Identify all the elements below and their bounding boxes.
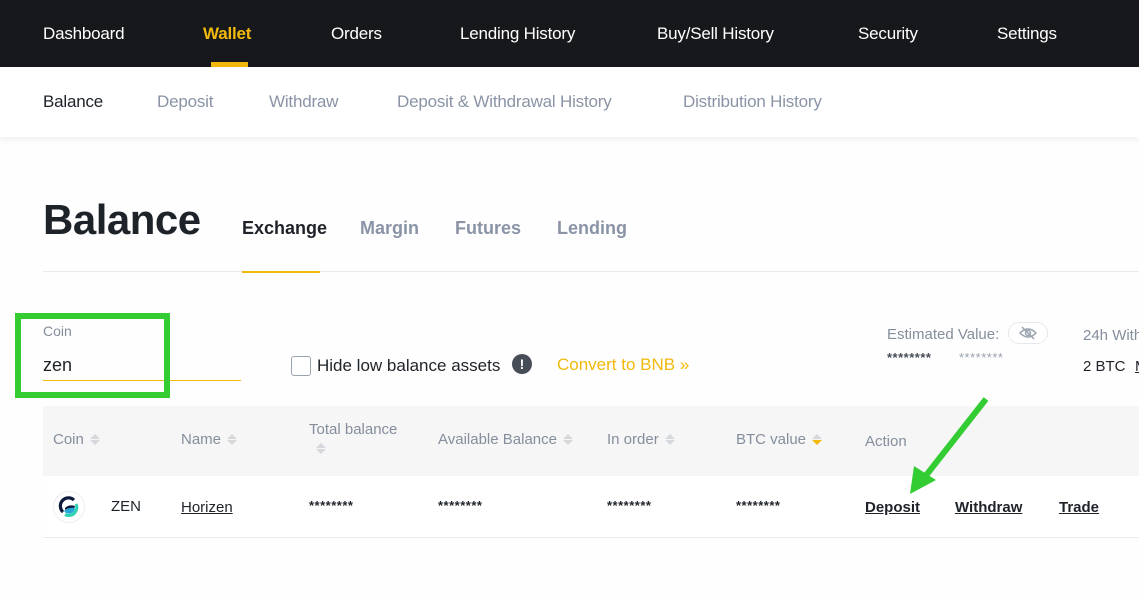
top-nav: Dashboard Wallet Orders Lending History … (0, 0, 1139, 67)
subnav-balance[interactable]: Balance (43, 92, 103, 112)
hide-low-balance-label: Hide low balance assets (317, 356, 501, 375)
sort-icon[interactable] (562, 434, 573, 445)
column-label: BTC value (736, 431, 807, 448)
nav-orders[interactable]: Orders (331, 24, 382, 44)
withdrawal-limit-value: 2 BTC (1083, 358, 1126, 375)
nav-dashboard[interactable]: Dashboard (43, 24, 125, 44)
tab-exchange[interactable]: Exchange (242, 218, 327, 239)
nav-security[interactable]: Security (858, 24, 918, 44)
exclamation-icon[interactable]: ! (512, 354, 532, 374)
sort-icon[interactable] (227, 434, 238, 445)
eye-off-icon (1018, 326, 1038, 340)
horizen-logo-icon (58, 496, 79, 517)
convert-to-bnb-link[interactable]: Convert to BNB » (557, 355, 689, 375)
column-header-available-balance[interactable]: Available Balance (438, 431, 573, 448)
column-label: Coin (53, 431, 84, 448)
tab-futures[interactable]: Futures (455, 218, 521, 239)
horizen-coin-logo (53, 491, 85, 523)
header-divider (43, 271, 1139, 272)
nav-wallet[interactable]: Wallet (203, 24, 251, 44)
column-label: Total balance (309, 421, 398, 438)
column-label: Available Balance (438, 431, 557, 448)
tab-margin[interactable]: Margin (360, 218, 419, 239)
column-header-coin[interactable]: Coin (53, 431, 100, 448)
deposit-action-link[interactable]: Deposit (865, 499, 920, 516)
nav-lending-history[interactable]: Lending History (460, 24, 575, 44)
row-coin-name-link[interactable]: Horizen (181, 499, 233, 516)
subnav-distribution-history[interactable]: Distribution History (683, 92, 822, 112)
tab-lending[interactable]: Lending (557, 218, 627, 239)
row-coin-symbol: ZEN (111, 498, 141, 515)
estimated-value-fiat: ******** (959, 350, 1004, 365)
column-label: In order (607, 431, 659, 448)
estimated-value-label: Estimated Value: (887, 326, 1000, 343)
tab-active-indicator (242, 271, 320, 273)
row-btc-value: ******** (736, 498, 781, 513)
sort-icon[interactable] (664, 434, 675, 445)
coin-filter-label: Coin (43, 323, 72, 339)
table-row: ZEN Horizen ******** ******** ******** *… (43, 476, 1139, 538)
coin-search-input[interactable] (43, 350, 241, 381)
sub-nav: Balance Deposit Withdraw Deposit & Withd… (0, 67, 1139, 137)
trade-action-link[interactable]: Trade (1059, 499, 1099, 516)
sort-icon[interactable] (316, 443, 326, 454)
hide-balance-toggle[interactable] (1008, 322, 1048, 344)
page-title: Balance (43, 196, 201, 243)
column-header-action: Action (865, 433, 907, 450)
row-total-balance: ******** (309, 498, 354, 513)
column-header-in-order[interactable]: In order (607, 431, 675, 448)
balance-table-header: Coin Name Total balance Available Balanc… (43, 406, 1139, 476)
estimated-value-btc: ******** (887, 350, 932, 365)
withdrawal-limit-link[interactable]: M (1135, 358, 1139, 375)
nav-buy-sell-history[interactable]: Buy/Sell History (657, 24, 774, 44)
column-header-btc-value[interactable]: BTC value (736, 431, 823, 448)
hide-low-balance-checkbox[interactable] (291, 356, 311, 376)
column-header-total-balance[interactable]: Total balance (309, 421, 397, 454)
subnav-withdraw[interactable]: Withdraw (269, 92, 338, 112)
subnav-deposit-withdrawal-history[interactable]: Deposit & Withdrawal History (397, 92, 612, 112)
sort-icon[interactable] (812, 434, 823, 445)
column-label: Action (865, 433, 907, 450)
sort-icon[interactable] (89, 434, 100, 445)
column-label: Name (181, 431, 222, 448)
withdrawal-limit-label: 24h With (1083, 327, 1139, 344)
subnav-deposit[interactable]: Deposit (157, 92, 213, 112)
nav-settings[interactable]: Settings (997, 24, 1057, 44)
column-header-name[interactable]: Name (181, 431, 238, 448)
row-available-balance: ******** (438, 498, 483, 513)
row-in-order: ******** (607, 498, 652, 513)
withdraw-action-link[interactable]: Withdraw (955, 499, 1022, 516)
